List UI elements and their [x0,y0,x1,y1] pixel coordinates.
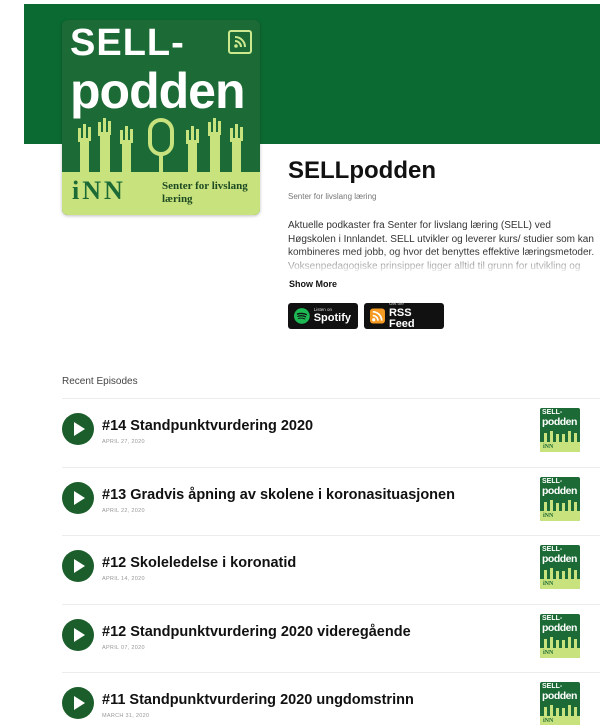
cover-title-line2: podden [70,63,246,119]
thumbnail-hands [544,705,577,716]
episode-row[interactable]: #13 Gradvis åpning av skolene i koronasi… [62,466,600,536]
thumbnail-hands [544,431,577,442]
spotify-icon [294,308,310,324]
show-more-link[interactable]: Show More [289,279,337,289]
episode-date: MARCH 31, 2020 [102,713,150,719]
spotify-badge-button[interactable]: Listen on Spotify [288,303,358,329]
episode-title[interactable]: #12 Standpunktvurdering 2020 videregåend… [102,624,411,640]
podcast-cover-art: SELL- podden iNN Senter for livslang lær… [62,20,260,215]
thumbnail-title-line1: SELL- [542,546,563,553]
thumbnail-hands [544,568,577,579]
thumbnail-logo: iNN [540,579,580,589]
thumbnail-logo: iNN [540,647,580,658]
rss-badge-label: RSS Feed [388,306,415,330]
episode-date: APRIL 22, 2020 [102,507,145,514]
inn-logo: iNN [72,176,126,205]
episode-title[interactable]: #14 Standpunktvurdering 2020 [102,418,313,434]
play-icon[interactable] [62,413,94,445]
episode-row[interactable]: #12 Skoleledelse i koronatid APRIL 14, 2… [62,535,600,604]
episode-date: APRIL 27, 2020 [102,439,145,445]
play-icon[interactable] [62,687,94,719]
episode-title[interactable]: #13 Gradvis åpning av skolene i koronasi… [102,487,455,503]
thumbnail-title-line2: podden [542,553,577,565]
thumbnail-logo: iNN [540,716,580,725]
cover-footer: iNN Senter for livslang læring [62,172,260,215]
episode-date: APRIL 07, 2020 [102,644,145,651]
microphone-icon [148,118,174,176]
episode-thumbnail: SELL- podden iNN [540,545,580,589]
episode-thumbnail: SELL- podden iNN [540,408,580,452]
recent-episodes-heading: Recent Episodes [62,376,138,387]
thumbnail-title-line1: SELL- [542,409,563,416]
rss-feed-badge-button[interactable]: Get the RSS Feed [364,302,444,330]
thumbnail-hands [544,499,577,511]
thumbnail-title-line2: podden [542,416,577,428]
play-icon[interactable] [62,618,94,651]
podcast-author: Senter for livslang læring [288,192,377,201]
thumbnail-title-line1: SELL- [542,477,563,485]
rss-icon [228,30,252,54]
play-icon[interactable] [62,481,94,514]
cover-org-name: Senter for livslang læring [162,180,248,205]
episode-row[interactable]: #14 Standpunktvurdering 2020 APRIL 27, 2… [62,398,600,467]
thumbnail-logo: iNN [540,442,580,452]
thumbnail-title-line1: SELL- [542,683,563,690]
rss-icon [370,308,385,324]
episode-title[interactable]: #11 Standpunktvurdering 2020 ungdomstrin… [102,692,414,708]
play-icon[interactable] [62,550,94,582]
thumbnail-title-line1: SELL- [542,614,563,622]
description-fade [288,252,600,274]
spotify-badge-label: Spotify [313,312,351,325]
episode-thumbnail: SELL- podden iNN [540,682,580,725]
episode-date: APRIL 14, 2020 [102,576,145,582]
episode-title[interactable]: #12 Skoleledelse i koronatid [102,555,296,571]
podcast-title: SELLpodden [288,157,436,184]
thumbnail-logo: iNN [540,510,580,521]
thumbnail-title-line2: podden [542,484,577,497]
episode-thumbnail: SELL- podden iNN [540,476,580,521]
episode-row[interactable]: #12 Standpunktvurdering 2020 videregåend… [62,603,600,673]
thumbnail-title-line2: podden [542,690,577,702]
cover-title-line1: SELL- [70,22,185,64]
episode-row[interactable]: #11 Standpunktvurdering 2020 ungdomstrin… [62,672,600,725]
episode-thumbnail: SELL- podden iNN [540,613,580,658]
raised-hands-illustration [78,118,243,178]
thumbnail-hands [544,636,577,648]
episode-list: #14 Standpunktvurdering 2020 APRIL 27, 2… [62,398,600,725]
thumbnail-title-line2: podden [542,621,577,634]
